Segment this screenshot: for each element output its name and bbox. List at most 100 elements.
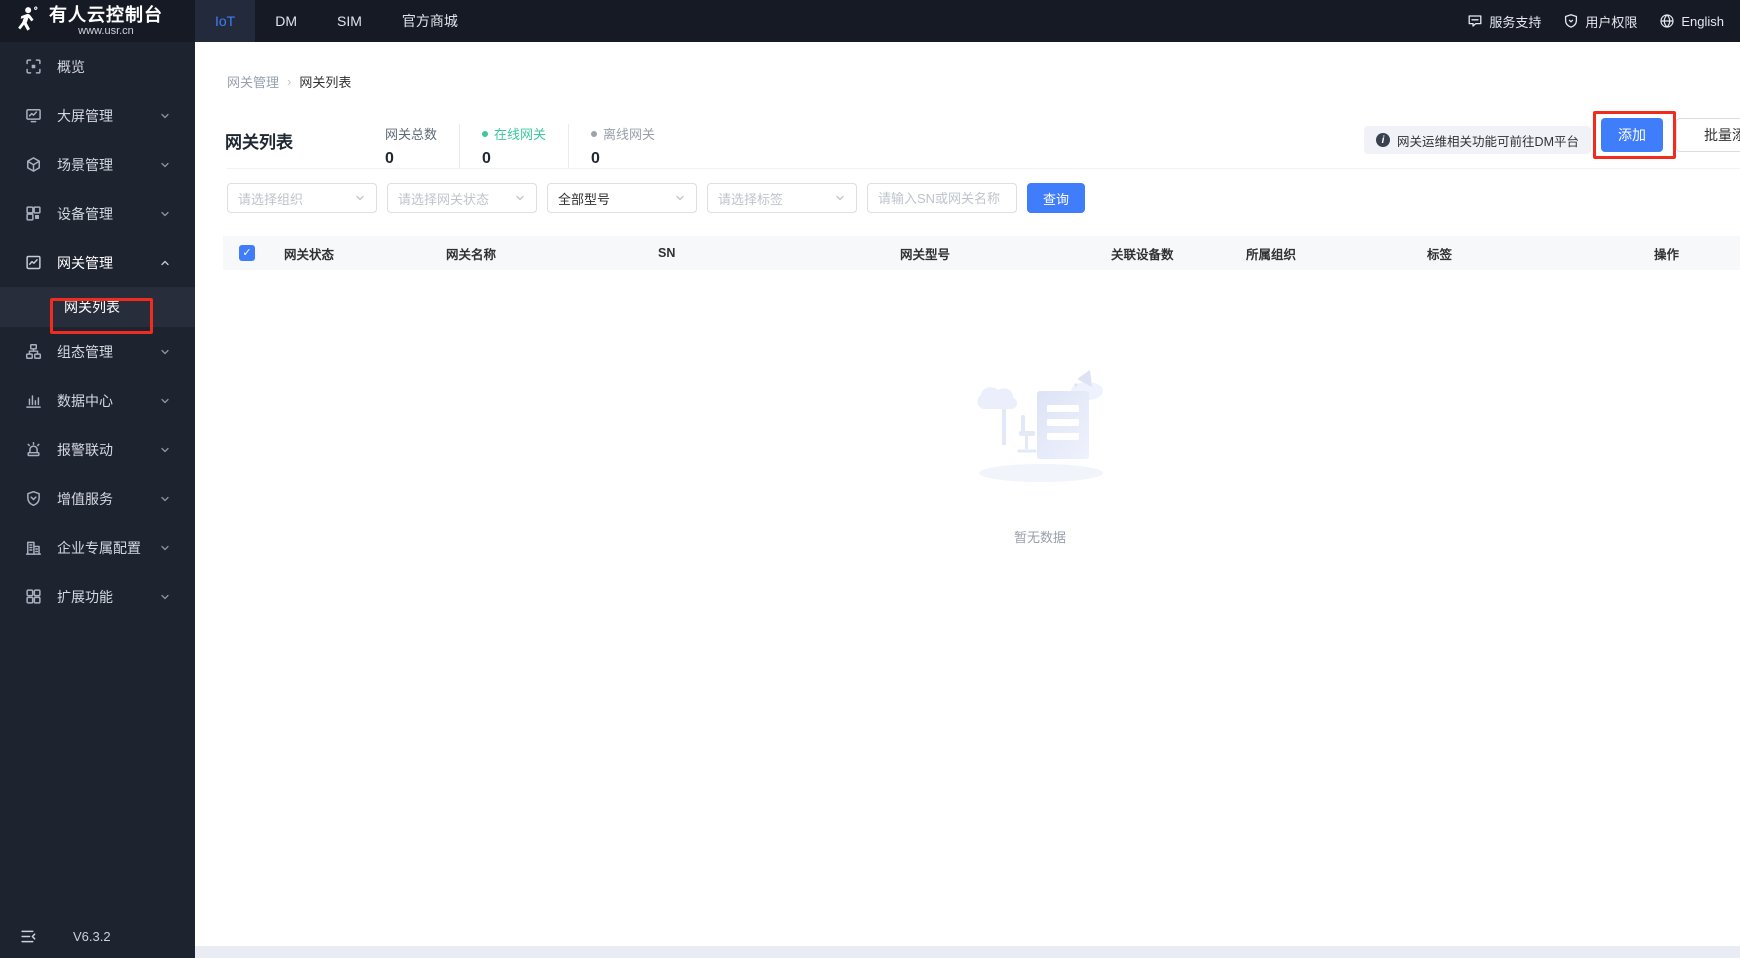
chevron-down-icon: [514, 192, 526, 204]
chevron-down-icon: [354, 192, 366, 204]
offline-status-dot: [591, 130, 598, 137]
empty-state-text: 暂无数据: [1013, 530, 1066, 545]
service-support-link[interactable]: 服务支持: [1467, 12, 1541, 31]
sidebar-footer: V6.3.2: [0, 914, 195, 958]
batch-add-button[interactable]: 批量添加: [1676, 118, 1740, 152]
logo-title: 有人云控制台: [49, 4, 163, 25]
select-value: 全部型号: [558, 191, 611, 207]
sidebar-item-label: 增值服务: [57, 490, 113, 507]
page-title: 网关列表: [225, 133, 293, 152]
tab-label: SIM: [337, 13, 362, 29]
notice-text: 网关运维相关功能可前往DM平台: [1397, 134, 1579, 149]
sitemap-icon: [25, 343, 42, 360]
sidebar-item-scene-management[interactable]: 场景管理: [0, 140, 195, 189]
sidebar-item-label: 组态管理: [57, 343, 113, 360]
filter-bar: 请选择组织 请选择网关状态 全部型号 请选择标签 请输入SN或网关名称 查询: [227, 183, 1085, 213]
sidebar-item-label: 大屏管理: [57, 107, 113, 124]
top-nav: IoT DM SIM 官方商城: [195, 0, 478, 42]
column-actions: 操作: [1654, 247, 1680, 262]
column-gateway-model: 网关型号: [900, 247, 951, 262]
search-button[interactable]: 查询: [1027, 183, 1085, 213]
tab-iot[interactable]: IoT: [195, 0, 256, 42]
tab-label: IoT: [215, 13, 236, 29]
chevron-down-icon: [159, 591, 171, 603]
sidebar-item-screen-management[interactable]: 大屏管理: [0, 91, 195, 140]
select-placeholder: 请选择组织: [238, 191, 304, 207]
sidebar-item-label: 报警联动: [57, 441, 113, 458]
app-screen: 有人云控制台 www.usr.cn IoT DM SIM 官方商城 服务支持 用…: [0, 0, 1740, 958]
logo[interactable]: 有人云控制台 www.usr.cn: [0, 0, 195, 42]
chevron-down-icon: [834, 192, 846, 204]
collapse-sidebar-icon[interactable]: [20, 928, 37, 945]
top-link-label: 用户权限: [1585, 14, 1638, 30]
sn-search-input[interactable]: [867, 183, 1017, 213]
sidebar-item-value-added-services[interactable]: 增值服务: [0, 474, 195, 523]
column-gateway-status: 网关状态: [284, 247, 335, 262]
cube-icon: [25, 156, 42, 173]
sidebar-item-label: 企业专属配置: [57, 539, 141, 556]
select-all-checkbox[interactable]: ✓: [239, 245, 255, 261]
breadcrumb-parent[interactable]: 网关管理: [227, 72, 279, 91]
stat-total-gateways: 网关总数 0: [385, 124, 461, 168]
select-placeholder: 请选择标签: [718, 191, 784, 207]
sidebar-item-label: 设备管理: [57, 205, 113, 222]
chevron-down-icon: [159, 395, 171, 407]
user-permission-link[interactable]: 用户权限: [1563, 12, 1637, 31]
tab-official-mall[interactable]: 官方商城: [382, 0, 478, 42]
usr-person-logo-icon: [13, 6, 41, 36]
big-screen-icon: [25, 107, 42, 124]
sidebar-item-label: 扩展功能: [57, 588, 113, 605]
tab-label: DM: [275, 13, 298, 29]
sidebar-item-enterprise-config[interactable]: 企业专属配置: [0, 523, 195, 572]
sidebar-item-gateway-management[interactable]: 网关管理: [0, 238, 195, 287]
sidebar-item-device-management[interactable]: 设备管理: [0, 189, 195, 238]
empty-state: 暂无数据: [965, 357, 1115, 546]
chevron-down-icon: [159, 208, 171, 220]
shield-icon: [1563, 13, 1579, 29]
building-icon: [25, 539, 42, 556]
main-content: 网关管理 › 网关列表 网关列表 网关总数 0 在线网关 0 离线网关 0 i …: [195, 42, 1740, 946]
sidebar-item-alarm-linkage[interactable]: 报警联动: [0, 425, 195, 474]
breadcrumb-current: 网关列表: [299, 75, 352, 90]
gateway-stats: 网关总数 0 在线网关 0 离线网关 0: [385, 124, 699, 168]
column-sn: SN: [658, 246, 676, 260]
chevron-down-icon: [159, 542, 171, 554]
column-gateway-name: 网关名称: [446, 247, 497, 262]
gateway-status-select[interactable]: 请选择网关状态: [387, 183, 537, 213]
sidebar-item-label: 网关管理: [57, 254, 113, 271]
sidebar-subitem-label: 网关列表: [64, 299, 120, 315]
sidebar-subitem-gateway-list[interactable]: 网关列表: [0, 287, 195, 327]
breadcrumb: 网关管理 › 网关列表: [227, 72, 351, 91]
sidebar: 概览 大屏管理 场景管理 设备管理 网关管理 网关列表 组态管理 数据中心 报警…: [0, 42, 195, 958]
tag-select[interactable]: 请选择标签: [707, 183, 857, 213]
column-tags: 标签: [1427, 247, 1453, 262]
organization-select[interactable]: 请选择组织: [227, 183, 377, 213]
tab-label: 官方商城: [401, 13, 458, 29]
breadcrumb-separator-icon: ›: [287, 74, 292, 89]
chevron-down-icon: [159, 444, 171, 456]
logo-subtitle: www.usr.cn: [78, 24, 134, 37]
stat-label: 离线网关: [603, 127, 656, 142]
sidebar-item-extensions[interactable]: 扩展功能: [0, 572, 195, 621]
tab-dm[interactable]: DM: [255, 0, 317, 42]
model-select[interactable]: 全部型号: [547, 183, 697, 213]
sidebar-item-data-center[interactable]: 数据中心: [0, 376, 195, 425]
siren-icon: [25, 441, 42, 458]
gateway-chart-icon: [25, 254, 42, 271]
column-organization: 所属组织: [1246, 247, 1297, 262]
stat-value: 0: [591, 150, 600, 167]
add-gateway-button[interactable]: 添加: [1601, 118, 1663, 152]
chevron-down-icon: [159, 110, 171, 122]
sidebar-item-configuration-management[interactable]: 组态管理: [0, 327, 195, 376]
apps-grid-icon: [25, 588, 42, 605]
dm-platform-notice: i 网关运维相关功能可前往DM平台: [1364, 126, 1591, 154]
top-link-label: English: [1681, 13, 1724, 29]
version-label: V6.3.2: [73, 928, 111, 944]
language-switch[interactable]: English: [1659, 13, 1724, 29]
overview-icon: [25, 58, 42, 75]
chevron-down-icon: [159, 493, 171, 505]
stat-value: 0: [482, 150, 491, 167]
tab-sim[interactable]: SIM: [317, 0, 382, 42]
topbar: 有人云控制台 www.usr.cn IoT DM SIM 官方商城 服务支持 用…: [0, 0, 1740, 42]
sidebar-item-overview[interactable]: 概览: [0, 42, 195, 91]
